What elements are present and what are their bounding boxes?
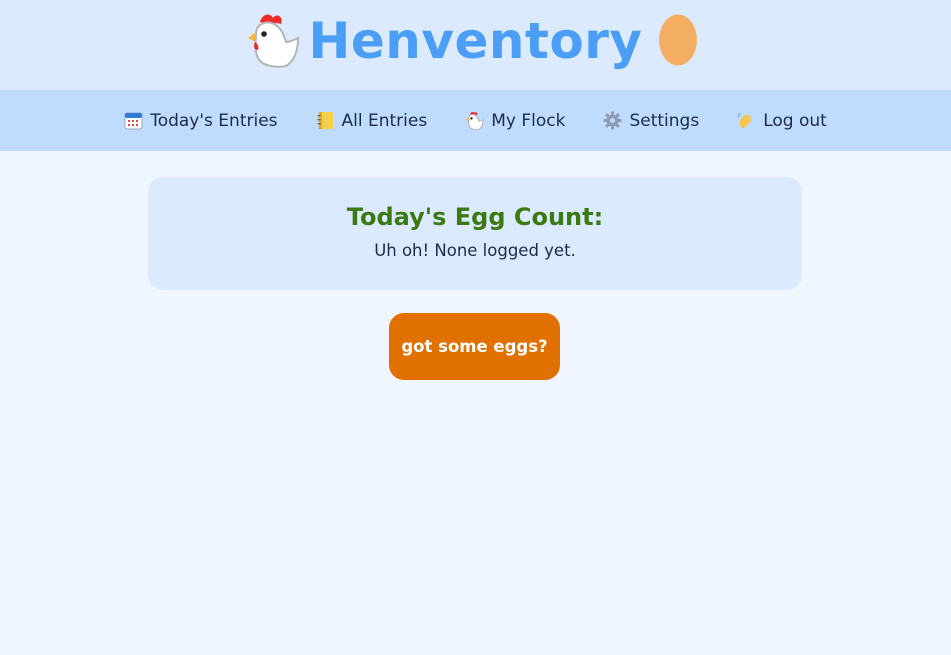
chicken-icon [466, 111, 484, 130]
egg-icon [659, 14, 697, 66]
app-title: Henventory [308, 12, 643, 70]
nav-label: Settings [629, 110, 700, 131]
egg-count-message: Uh oh! None logged yet. [374, 241, 576, 260]
nav-label: My Flock [491, 110, 566, 131]
waving-hand-icon [738, 113, 753, 129]
nav-label: All Entries [341, 110, 428, 131]
egg-count-title: Today's Egg Count: [346, 203, 604, 231]
nav-item-my-flock[interactable]: My Flock [465, 111, 565, 131]
app-header: Henventory [0, 0, 951, 90]
egg-count-card: Today's Egg Count: Uh oh! None logged ye… [148, 177, 802, 290]
calendar-icon [124, 112, 143, 130]
nav-item-todays-entries[interactable]: Today's Entries [124, 110, 278, 131]
nav-label: Today's Entries [150, 110, 278, 131]
notebook-icon [317, 112, 333, 129]
log-eggs-button[interactable]: got some eggs? [389, 313, 560, 380]
nav-item-log-out[interactable]: Log out [737, 111, 827, 131]
nav-item-settings[interactable]: Settings [603, 111, 699, 131]
nav-item-all-entries[interactable]: All Entries [316, 110, 428, 131]
gear-icon [603, 111, 622, 130]
main-nav: Today's Entries All Entries My Flock Set… [0, 90, 951, 151]
nav-label: Log out [763, 110, 827, 131]
